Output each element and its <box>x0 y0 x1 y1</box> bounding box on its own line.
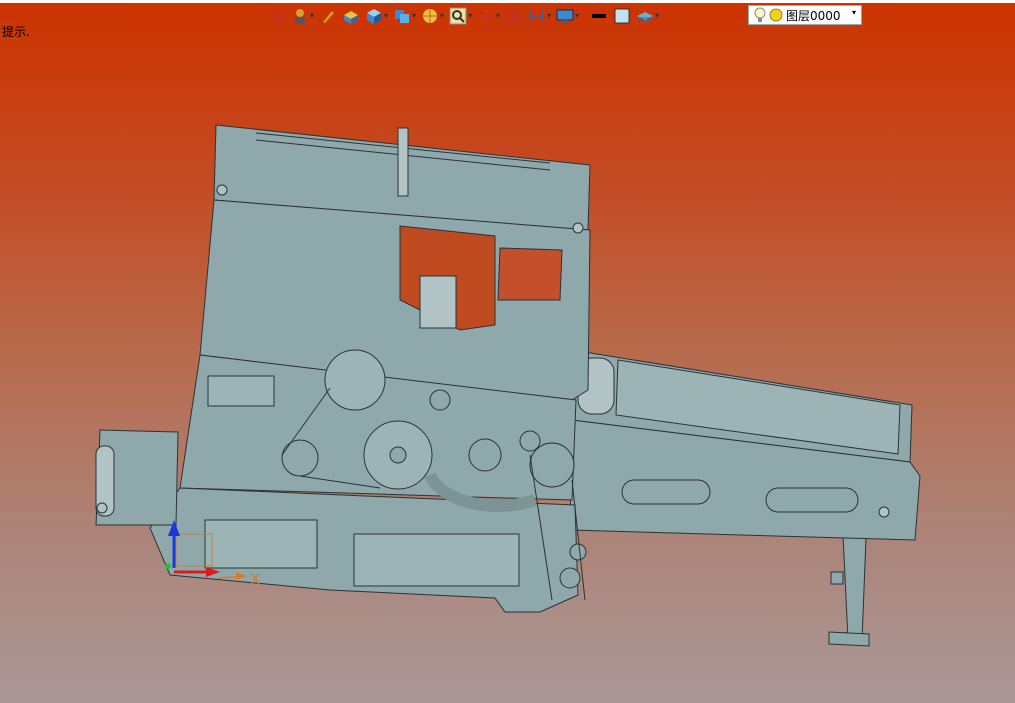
pen-icon <box>323 11 335 23</box>
toolbar: ▾ ▾ ▾ ▾ ▾ ▾ ▾ ▾ ▾ <box>268 5 664 27</box>
chevron-down-icon: ▾ <box>310 11 315 20</box>
sun-icon <box>769 8 783 22</box>
fill-color-icon <box>614 8 630 24</box>
solid-box-button[interactable] <box>342 5 360 27</box>
chevron-down-icon: ▾ <box>384 11 389 20</box>
axis-x-label: X <box>250 570 260 588</box>
chevron-down-icon: ▾ <box>575 11 580 20</box>
layers-button[interactable]: ▾ <box>393 5 416 27</box>
display-icon <box>556 9 574 23</box>
fill-color-button[interactable] <box>613 5 631 27</box>
layer-stack-icon <box>636 12 654 23</box>
chevron-down-icon: ▾ <box>468 11 473 20</box>
layers-icon <box>395 10 410 23</box>
builder-button[interactable]: ▾ <box>291 5 314 27</box>
zoom-icon <box>449 7 467 25</box>
layer-stack-button[interactable]: ▾ <box>636 5 659 27</box>
lightbulb-icon <box>754 7 766 22</box>
zoom-button[interactable]: ▾ <box>449 5 472 27</box>
render-button[interactable]: ▾ <box>421 5 444 27</box>
chevron-down-icon: ▾ <box>496 11 501 20</box>
exit-button[interactable] <box>268 5 286 27</box>
layer-name: 图层0000 <box>786 8 841 23</box>
line-color-button[interactable] <box>590 5 608 27</box>
chevron-down-icon: ▾ <box>547 11 552 20</box>
axis-button[interactable]: ▾ <box>477 5 500 27</box>
render-icon <box>423 9 438 23</box>
chevron-down-icon: ▾ <box>412 11 417 20</box>
snapshot-button[interactable] <box>505 5 523 27</box>
solid-box-icon <box>344 11 359 24</box>
chevron-down-icon: ▾ <box>655 11 660 20</box>
axis-icon <box>480 10 493 22</box>
3d-viewport[interactable]: X 提示. ▾ ▾ ▾ ▾ ▾ ▾ ▾ ▾ ▾ 图层0000 ▾ <box>0 0 1015 703</box>
chevron-down-icon: ▾ <box>851 8 856 17</box>
cube-icon <box>367 9 382 24</box>
cube-button[interactable]: ▾ <box>365 5 388 27</box>
hint-text: 提示. <box>2 25 30 39</box>
dimension-button[interactable]: ▾ <box>528 5 551 27</box>
machine-model[interactable]: X <box>0 0 1015 703</box>
chevron-down-icon: ▾ <box>440 11 445 20</box>
exit-icon <box>270 9 284 23</box>
display-button[interactable]: ▾ <box>556 5 579 27</box>
dimension-icon <box>530 10 544 22</box>
line-color-icon <box>592 14 607 18</box>
layer-select[interactable]: 图层0000 ▾ <box>748 5 862 25</box>
pen-button[interactable] <box>319 5 337 27</box>
snapshot-icon <box>506 9 522 23</box>
builder-icon <box>295 9 305 24</box>
